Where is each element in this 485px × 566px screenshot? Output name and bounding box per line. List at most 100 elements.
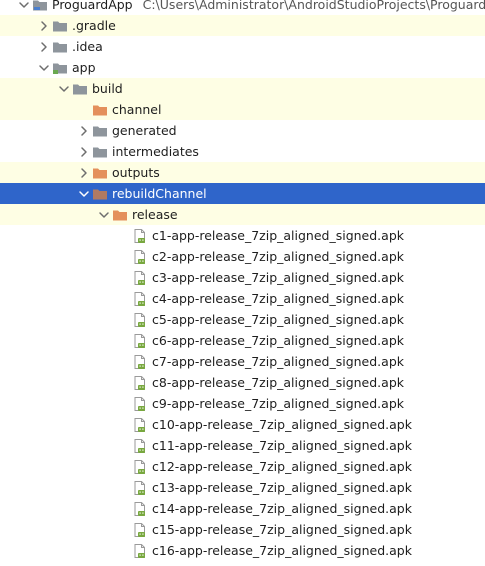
folder-icon: [92, 123, 108, 139]
tree-item-apk-c9[interactable]: c9-app-release_7zip_aligned_signed.apk: [0, 393, 485, 414]
project-path: C:\Users\Administrator\AndroidStudioProj…: [142, 0, 485, 12]
tree-item-intermediates[interactable]: intermediates: [0, 141, 485, 162]
tree-item-label: c12-app-release_7zip_aligned_signed.apk: [152, 459, 412, 474]
tree-item-proguardapp[interactable]: ProguardApp C:\Users\Administrator\Androi…: [0, 0, 485, 15]
tree-item-label: intermediates: [112, 144, 199, 159]
tree-item-apk-c7[interactable]: c7-app-release_7zip_aligned_signed.apk: [0, 351, 485, 372]
apk-file-icon: [132, 438, 148, 454]
tree-item-apk-c16[interactable]: c16-app-release_7zip_aligned_signed.apk: [0, 540, 485, 561]
tree-item-label: c13-app-release_7zip_aligned_signed.apk: [152, 480, 412, 495]
tree-item-label: c11-app-release_7zip_aligned_signed.apk: [152, 438, 412, 453]
tree-item-apk-c14[interactable]: c14-app-release_7zip_aligned_signed.apk: [0, 498, 485, 519]
tree-item-channel[interactable]: channel: [0, 99, 485, 120]
apk-file-icon: [132, 333, 148, 349]
tree-item-rebuildchannel[interactable]: rebuildChannel: [0, 183, 485, 204]
arrow-placeholder: [116, 498, 132, 519]
apk-file-icon: [132, 501, 148, 517]
arrow-placeholder: [116, 393, 132, 414]
tree-item-label: generated: [112, 123, 177, 138]
tree-item-outputs[interactable]: outputs: [0, 162, 485, 183]
tree-item-label: release: [132, 207, 178, 222]
tree-item-apk-c12[interactable]: c12-app-release_7zip_aligned_signed.apk: [0, 456, 485, 477]
tree-item-label: channel: [112, 102, 162, 117]
tree-item-label: .idea: [72, 39, 103, 54]
tree-item-release[interactable]: release: [0, 204, 485, 225]
arrow-placeholder: [116, 246, 132, 267]
chevron-right-icon[interactable]: [76, 162, 92, 183]
chevron-right-icon[interactable]: [36, 15, 52, 36]
folder-icon: [52, 39, 68, 55]
apk-file-icon: [132, 249, 148, 265]
tree-item-label: c9-app-release_7zip_aligned_signed.apk: [152, 396, 404, 411]
tree-item-label: c16-app-release_7zip_aligned_signed.apk: [152, 543, 412, 558]
arrow-placeholder: [116, 267, 132, 288]
tree-item-label: rebuildChannel: [112, 186, 207, 201]
chevron-down-icon[interactable]: [56, 78, 72, 99]
tree-item-label: c6-app-release_7zip_aligned_signed.apk: [152, 333, 404, 348]
folder-icon: [92, 144, 108, 160]
apk-file-icon: [132, 291, 148, 307]
tree-item-label: c4-app-release_7zip_aligned_signed.apk: [152, 291, 404, 306]
tree-item-apk-c15[interactable]: c15-app-release_7zip_aligned_signed.apk: [0, 519, 485, 540]
tree-item-label: c1-app-release_7zip_aligned_signed.apk: [152, 228, 404, 243]
tree-item-label: c2-app-release_7zip_aligned_signed.apk: [152, 249, 404, 264]
arrow-placeholder: [116, 435, 132, 456]
apk-file-icon: [132, 480, 148, 496]
tree-item-apk-c6[interactable]: c6-app-release_7zip_aligned_signed.apk: [0, 330, 485, 351]
arrow-placeholder: [76, 99, 92, 120]
chevron-right-icon[interactable]: [36, 36, 52, 57]
chevron-right-icon[interactable]: [76, 141, 92, 162]
tree-item-label: c14-app-release_7zip_aligned_signed.apk: [152, 501, 412, 516]
arrow-placeholder: [116, 414, 132, 435]
tree-item-apk-c10[interactable]: c10-app-release_7zip_aligned_signed.apk: [0, 414, 485, 435]
chevron-down-icon[interactable]: [76, 183, 92, 204]
excluded-folder-icon: [92, 186, 108, 202]
tree-item-apk-c1[interactable]: c1-app-release_7zip_aligned_signed.apk: [0, 225, 485, 246]
tree-item-apk-c2[interactable]: c2-app-release_7zip_aligned_signed.apk: [0, 246, 485, 267]
apk-file-icon: [132, 417, 148, 433]
chevron-down-icon[interactable]: [36, 57, 52, 78]
arrow-placeholder: [116, 309, 132, 330]
tree-item-apk-c4[interactable]: c4-app-release_7zip_aligned_signed.apk: [0, 288, 485, 309]
arrow-placeholder: [116, 540, 132, 561]
tree-item-apk-c11[interactable]: c11-app-release_7zip_aligned_signed.apk: [0, 435, 485, 456]
tree-item-label: c3-app-release_7zip_aligned_signed.apk: [152, 270, 404, 285]
tree-item-apk-c5[interactable]: c5-app-release_7zip_aligned_signed.apk: [0, 309, 485, 330]
chevron-down-icon[interactable]: [96, 204, 112, 225]
apk-file-icon: [132, 459, 148, 475]
tree-item-gradle[interactable]: .gradle: [0, 15, 485, 36]
tree-item-apk-c3[interactable]: c3-app-release_7zip_aligned_signed.apk: [0, 267, 485, 288]
chevron-right-icon[interactable]: [76, 120, 92, 141]
chevron-down-icon[interactable]: [16, 0, 32, 15]
arrow-placeholder: [116, 519, 132, 540]
project-folder-icon: [32, 0, 48, 13]
tree-item-label: c5-app-release_7zip_aligned_signed.apk: [152, 312, 404, 327]
tree-item-apk-c13[interactable]: c13-app-release_7zip_aligned_signed.apk: [0, 477, 485, 498]
tree-item-label: outputs: [112, 165, 160, 180]
tree-item-apk-c8[interactable]: c8-app-release_7zip_aligned_signed.apk: [0, 372, 485, 393]
tree-item-build[interactable]: build: [0, 78, 485, 99]
tree-item-generated[interactable]: generated: [0, 120, 485, 141]
tree-item-app[interactable]: app: [0, 57, 485, 78]
arrow-placeholder: [116, 477, 132, 498]
tree-item-idea[interactable]: .idea: [0, 36, 485, 57]
